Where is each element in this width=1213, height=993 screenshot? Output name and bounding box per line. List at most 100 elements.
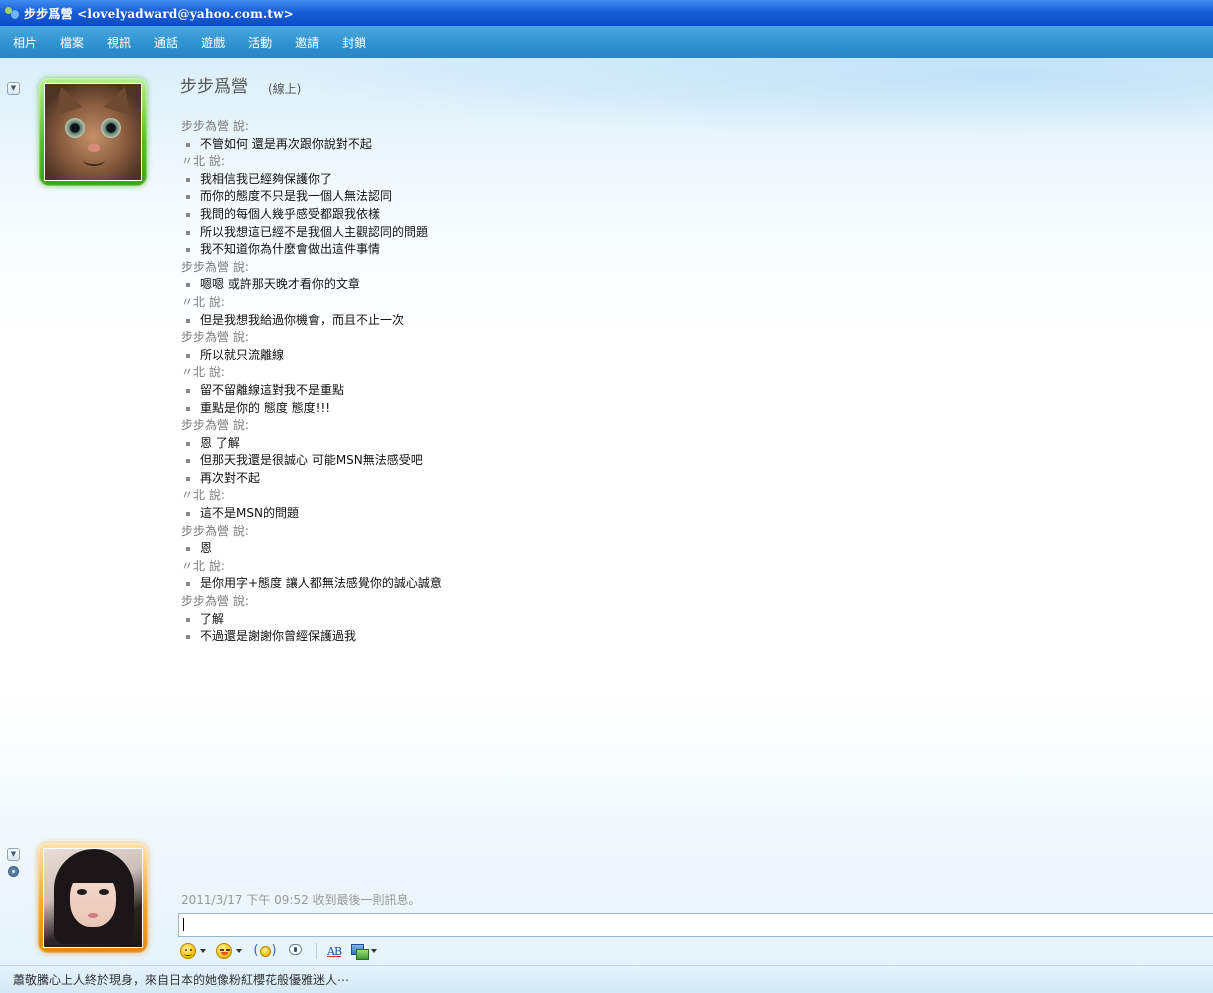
contact-picture-collapse-button[interactable]: ▼ bbox=[7, 82, 20, 95]
message-line: 不過還是謝謝你曾經保護過我 bbox=[181, 628, 1181, 646]
my-avatar[interactable] bbox=[38, 843, 148, 953]
menu-call[interactable]: 通話 bbox=[154, 34, 178, 51]
message-line: 所以就只流離線 bbox=[181, 347, 1181, 365]
font-button[interactable]: AB bbox=[327, 944, 342, 958]
message-text: 但是我想我給過你機會，而且不止一次 bbox=[200, 312, 405, 327]
background-button[interactable] bbox=[351, 944, 378, 960]
contact-status: (線上) bbox=[268, 82, 302, 96]
message-text: 再次對不起 bbox=[200, 470, 261, 485]
message-text: 所以我想這已經不是我個人主觀認同的問題 bbox=[200, 224, 429, 239]
message-line: 我相信我已經夠保護你了 bbox=[181, 171, 1181, 189]
bullet-icon bbox=[186, 212, 190, 217]
message-text: 而你的態度不只是我一個人無法認同 bbox=[200, 189, 393, 204]
emoticon-button[interactable] bbox=[180, 943, 206, 959]
contact-display-picture bbox=[44, 83, 142, 181]
message-line: 了解 bbox=[181, 611, 1181, 629]
message-line: 這不是MSN的問題 bbox=[181, 505, 1181, 523]
toolbar-divider bbox=[316, 943, 317, 959]
message-text: 我問的每個人幾乎感受都跟我依樣 bbox=[200, 206, 381, 221]
menu-games[interactable]: 遊戲 bbox=[201, 34, 225, 51]
status-bar-news-link[interactable]: 蕭敬騰心上人終於現身，來自日本的她像粉紅櫻花般優雅迷人⋯ bbox=[13, 971, 349, 988]
message-line: 恩 bbox=[181, 540, 1181, 558]
message-line: 重點是你的 態度 態度!!! bbox=[181, 400, 1181, 418]
menu-files[interactable]: 檔案 bbox=[60, 34, 84, 51]
message-sender: 〃北 說: bbox=[181, 558, 225, 573]
bullet-icon bbox=[186, 248, 190, 253]
bullet-icon bbox=[186, 230, 190, 235]
message-text: 嗯嗯 或許那天晚才看你的文章 bbox=[200, 277, 360, 292]
message-sender: 〃北 說: bbox=[181, 365, 225, 380]
message-line: 嗯嗯 或許那天晚才看你的文章 bbox=[181, 276, 1181, 294]
input-toolbar: () AB bbox=[180, 940, 387, 962]
chevron-down-icon: ▼ bbox=[10, 850, 17, 858]
messenger-buddies-icon bbox=[4, 5, 20, 21]
bullet-icon bbox=[186, 635, 190, 640]
message-line: 我問的每個人幾乎感受都跟我依樣 bbox=[181, 206, 1181, 224]
window-title: 步步爲營 <lovelyadward@yahoo.com.tw> bbox=[24, 6, 294, 21]
message-line: 我不知道你為什麼會做出這件事情 bbox=[181, 241, 1181, 259]
message-sender: 〃北 說: bbox=[181, 294, 225, 309]
message-sender: 〃北 說: bbox=[181, 154, 225, 169]
menu-bar: 相片 檔案 視訊 通話 遊戲 活動 邀請 封鎖 bbox=[0, 26, 1213, 58]
bullet-icon bbox=[186, 441, 190, 446]
contact-name: 步步爲營 bbox=[180, 77, 248, 97]
message-text: 重點是你的 態度 態度!!! bbox=[200, 400, 331, 415]
message-text: 恩 bbox=[200, 541, 213, 556]
contact-avatar[interactable] bbox=[39, 78, 147, 186]
voice-clip-button[interactable] bbox=[288, 944, 304, 958]
bullet-icon bbox=[186, 617, 190, 622]
title-bar[interactable]: 步步爲營 <lovelyadward@yahoo.com.tw> bbox=[0, 0, 1213, 26]
wink-button[interactable] bbox=[216, 943, 242, 959]
menu-photos[interactable]: 相片 bbox=[13, 34, 37, 51]
message-line: 但那天我還是很誠心 可能MSN無法感受吧 bbox=[181, 452, 1181, 470]
chevron-down-icon bbox=[236, 949, 242, 953]
bullet-icon bbox=[186, 177, 190, 182]
message-text: 這不是MSN的問題 bbox=[200, 506, 299, 521]
font-icon: AB bbox=[327, 944, 342, 958]
my-picture-collapse-button[interactable]: ▼ bbox=[7, 848, 20, 861]
bullet-icon bbox=[186, 512, 190, 517]
message-text: 留不留離線這對我不是重點 bbox=[200, 382, 345, 397]
nudge-button[interactable]: () bbox=[252, 943, 278, 959]
message-text: 所以就只流離線 bbox=[200, 347, 285, 362]
message-text: 不管如何 還是再次跟你說對不起 bbox=[200, 136, 372, 151]
bullet-icon bbox=[186, 318, 190, 323]
last-message-timestamp: 2011/3/17 下午 09:52 收到最後一則訊息。 bbox=[181, 893, 421, 907]
menu-video[interactable]: 視訊 bbox=[107, 34, 131, 51]
message-sender: 步步為營 說: bbox=[181, 119, 249, 133]
message-line: 是你用字+態度 讓人都無法感覺你的誠心誠意 bbox=[181, 575, 1181, 593]
message-sender: 步步為營 說: bbox=[181, 259, 249, 274]
status-bar[interactable]: 蕭敬騰心上人終於現身，來自日本的她像粉紅櫻花般優雅迷人⋯ bbox=[0, 965, 1213, 993]
webcam-icon[interactable] bbox=[7, 866, 19, 878]
nudge-icon: () bbox=[253, 943, 277, 958]
message-sender: 步步為營 說: bbox=[181, 330, 249, 345]
chevron-down-icon: ▼ bbox=[10, 84, 17, 92]
message-line: 不管如何 還是再次跟你說對不起 bbox=[181, 136, 1181, 154]
menu-activities[interactable]: 活動 bbox=[248, 34, 272, 51]
emoticon-icon bbox=[180, 943, 196, 959]
message-text: 不過還是謝謝你曾經保護過我 bbox=[200, 629, 357, 644]
message-text: 我相信我已經夠保護你了 bbox=[200, 171, 333, 186]
bullet-icon bbox=[186, 406, 190, 411]
menu-block[interactable]: 封鎖 bbox=[342, 34, 366, 51]
my-display-picture bbox=[43, 848, 143, 948]
bullet-icon bbox=[186, 142, 190, 147]
bullet-icon bbox=[186, 582, 190, 587]
wink-icon bbox=[216, 943, 232, 959]
message-line: 留不留離線這對我不是重點 bbox=[181, 382, 1181, 400]
message-line: 再次對不起 bbox=[181, 470, 1181, 488]
message-text: 是你用字+態度 讓人都無法感覺你的誠心誠意 bbox=[200, 576, 442, 591]
conversation-history: 步步為營 說: 不管如何 還是再次跟你說對不起〃北 說: 我相信我已經夠保護你了而你… bbox=[181, 118, 1181, 646]
message-text: 了解 bbox=[200, 611, 225, 626]
bullet-icon bbox=[186, 547, 190, 552]
message-input[interactable] bbox=[178, 913, 1213, 937]
bullet-icon bbox=[186, 353, 190, 358]
bullet-icon bbox=[186, 195, 190, 200]
voice-clip-icon bbox=[288, 944, 304, 958]
background-icon bbox=[351, 944, 370, 960]
message-line: 而你的態度不只是我一個人無法認同 bbox=[181, 188, 1181, 206]
chevron-down-icon bbox=[371, 949, 378, 953]
message-line: 但是我想我給過你機會，而且不止一次 bbox=[181, 312, 1181, 330]
message-line: 恩 了解 bbox=[181, 435, 1181, 453]
menu-invite[interactable]: 邀請 bbox=[295, 34, 319, 51]
